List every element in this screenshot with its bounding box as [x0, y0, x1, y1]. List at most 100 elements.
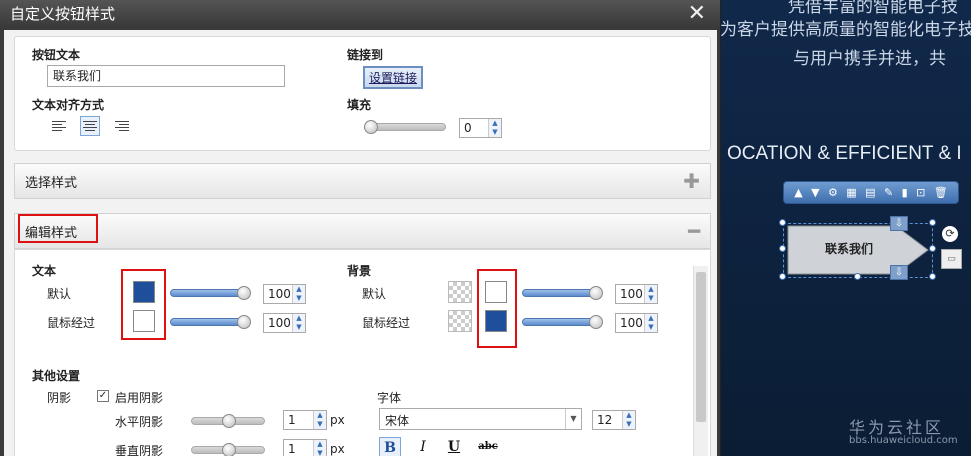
resize-handle-ne[interactable]: [929, 219, 936, 226]
close-icon[interactable]: ✕: [688, 1, 710, 26]
chevron-up-icon[interactable]: ▲: [293, 314, 305, 323]
resize-handle-w[interactable]: [779, 245, 786, 252]
align-center-icon[interactable]: [80, 116, 100, 136]
bold-button[interactable]: B: [379, 437, 401, 456]
font-label: 字体: [377, 391, 402, 405]
v-shadow-label: 垂直阴影: [115, 444, 164, 456]
bg-default-opacity-slider[interactable]: [522, 286, 603, 300]
font-size-value: 12: [597, 413, 613, 427]
text-default-opacity-slider[interactable]: [170, 286, 251, 300]
button-text-input[interactable]: 联系我们: [47, 65, 285, 87]
text-align-label: 文本对齐方式: [32, 98, 105, 112]
choose-style-section[interactable]: 选择样式 ✚: [14, 163, 711, 199]
list-icon[interactable]: ▤: [865, 187, 875, 198]
transparent-icon[interactable]: [448, 310, 472, 332]
bg-hover-opacity-slider[interactable]: [522, 315, 603, 329]
text-hover-opacity-stepper[interactable]: 100 ▲ ▼: [263, 313, 306, 333]
resize-handle-sw[interactable]: [779, 273, 786, 280]
anchor-bottom-icon[interactable]: ⇩: [890, 265, 908, 280]
collapse-minus-icon[interactable]: ━: [688, 219, 700, 243]
lock-icon[interactable]: ⊡: [916, 187, 925, 198]
fill-slider-knob[interactable]: [364, 120, 378, 134]
layer-icon[interactable]: ▭: [941, 249, 962, 269]
chevron-down-icon[interactable]: ▼: [293, 323, 305, 332]
chevron-down-icon[interactable]: ▼: [314, 449, 326, 456]
link-to-label: 链接到: [347, 48, 384, 62]
choose-style-title: 选择样式: [25, 175, 78, 191]
font-size-stepper[interactable]: 12 ▲ ▼: [592, 410, 636, 430]
highlight-bg-colors: [477, 269, 517, 348]
slider-knob[interactable]: [222, 443, 236, 456]
delete-icon[interactable]: 🗑: [934, 187, 948, 198]
slider-knob[interactable]: [589, 315, 603, 329]
set-link-button[interactable]: 设置链接: [363, 66, 424, 89]
move-up-icon[interactable]: ▲: [794, 187, 802, 198]
move-down-icon[interactable]: ▼: [811, 187, 819, 198]
fill-slider[interactable]: [364, 120, 446, 134]
slider-knob[interactable]: [222, 414, 236, 428]
settings-icon[interactable]: ⚙: [828, 187, 838, 198]
align-right-icon[interactable]: [112, 116, 132, 136]
text-default-label: 默认: [47, 287, 72, 301]
slider-knob[interactable]: [589, 286, 603, 300]
chevron-down-icon[interactable]: ▼: [565, 409, 581, 429]
shadow-label: 阴影: [47, 391, 72, 405]
v-shadow-slider[interactable]: [191, 443, 265, 456]
resize-handle-se[interactable]: [929, 273, 936, 280]
brush-icon[interactable]: ✎: [884, 187, 893, 198]
edit-style-panel: 文本 默认 鼠标经过 100 ▲ ▼ 100 ▲ ▼ 背景 默认 鼠标经过 100 ▲ ▼ …: [14, 249, 711, 456]
v-shadow-stepper[interactable]: 1 ▲ ▼: [283, 439, 327, 456]
chart-icon[interactable]: ▮: [902, 187, 908, 198]
text-default-opacity-stepper[interactable]: 100 ▲ ▼: [263, 284, 306, 304]
chevron-down-icon[interactable]: ▼: [489, 128, 501, 137]
underline-button[interactable]: U: [443, 437, 465, 456]
align-left-icon[interactable]: [49, 116, 69, 136]
fill-value: 0: [464, 121, 472, 135]
widget-button-label: 联系我们: [824, 242, 873, 256]
chevron-down-icon[interactable]: ▼: [314, 420, 326, 429]
edit-style-section[interactable]: 编辑样式 ━: [14, 213, 711, 249]
chevron-down-icon[interactable]: ▼: [645, 323, 657, 332]
resize-handle-nw[interactable]: [779, 219, 786, 226]
text-default-opacity: 100: [268, 287, 291, 301]
widget-toolbar[interactable]: ▲ ▼ ⚙ ▦ ▤ ✎ ▮ ⊡ 🗑: [783, 181, 959, 204]
expand-plus-icon[interactable]: ✚: [683, 169, 700, 193]
rotate-icon[interactable]: ⟳: [942, 226, 958, 242]
bg-hover-opacity: 100: [620, 316, 643, 330]
bg-default-label: 默认: [362, 287, 387, 301]
chevron-up-icon[interactable]: ▲: [623, 411, 635, 420]
text-hover-label: 鼠标经过: [47, 316, 96, 330]
edit-panel-scrollbar[interactable]: [693, 266, 708, 456]
slider-knob[interactable]: [237, 286, 251, 300]
font-family-select[interactable]: 宋体 ▼: [379, 408, 582, 430]
chevron-up-icon[interactable]: ▲: [314, 440, 326, 449]
font-family-value: 宋体: [385, 414, 410, 428]
h-shadow-stepper[interactable]: 1 ▲ ▼: [283, 410, 327, 430]
enable-shadow-checkbox[interactable]: ✓: [97, 390, 109, 402]
fill-stepper[interactable]: 0 ▲ ▼: [459, 118, 502, 138]
resize-handle-s[interactable]: [854, 273, 861, 280]
bg-hover-opacity-stepper[interactable]: 100 ▲ ▼: [615, 313, 658, 333]
chevron-up-icon[interactable]: ▲: [489, 119, 501, 128]
text-hover-opacity-slider[interactable]: [170, 315, 251, 329]
chevron-up-icon[interactable]: ▲: [645, 285, 657, 294]
h-shadow-slider[interactable]: [191, 414, 265, 428]
bg-default-opacity-stepper[interactable]: 100 ▲ ▼: [615, 284, 658, 304]
strikethrough-button[interactable]: abc: [474, 437, 502, 456]
chevron-down-icon[interactable]: ▼: [645, 294, 657, 303]
fill-label: 填充: [347, 98, 372, 112]
chevron-up-icon[interactable]: ▲: [645, 314, 657, 323]
scrollbar-thumb[interactable]: [696, 272, 706, 422]
resize-handle-e[interactable]: [929, 245, 936, 252]
chevron-up-icon[interactable]: ▲: [293, 285, 305, 294]
chevron-down-icon[interactable]: ▼: [623, 420, 635, 429]
chevron-up-icon[interactable]: ▲: [314, 411, 326, 420]
slider-knob[interactable]: [237, 315, 251, 329]
anchor-top-icon[interactable]: ⇩: [890, 216, 908, 231]
transparent-icon[interactable]: [448, 281, 472, 303]
italic-button[interactable]: I: [412, 437, 434, 456]
chevron-down-icon[interactable]: ▼: [293, 294, 305, 303]
h-shadow-label: 水平阴影: [115, 415, 164, 429]
style-icon[interactable]: ▦: [846, 187, 856, 198]
h-shadow-value: 1: [288, 413, 296, 427]
